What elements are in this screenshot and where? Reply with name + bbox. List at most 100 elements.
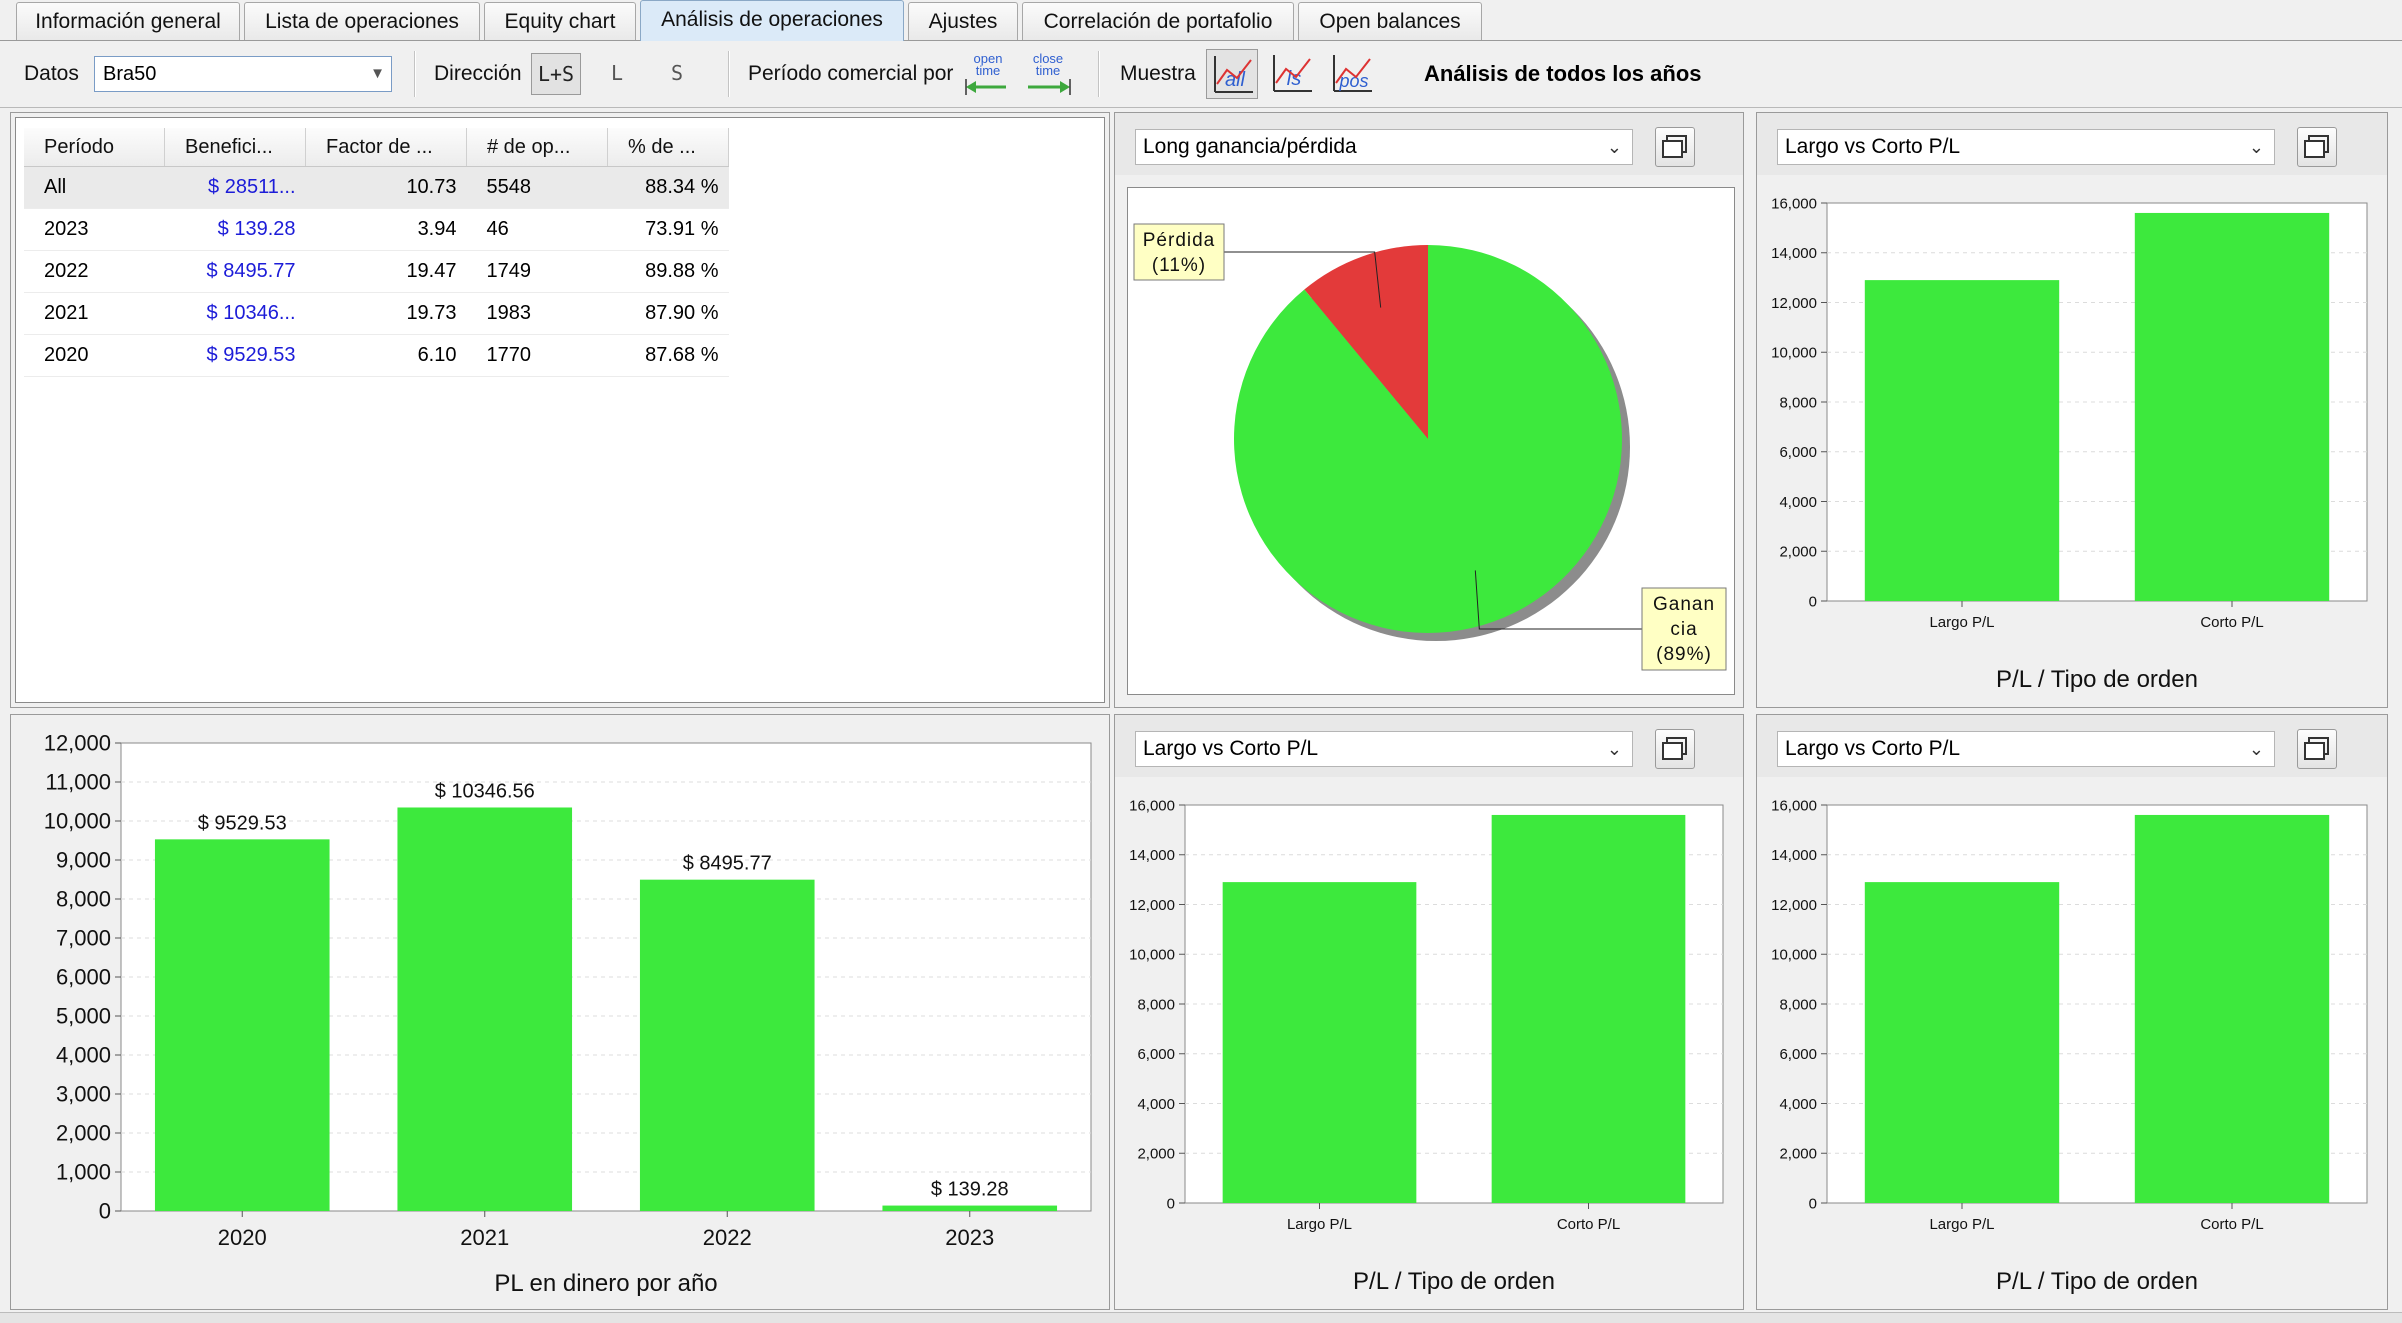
- window-restore-icon: [1662, 737, 1687, 760]
- cell-period: 2022: [24, 250, 165, 293]
- table-row[interactable]: 2020 $ 9529.53 6.10 1770 87.68 %: [24, 334, 729, 377]
- tab-informacion-general[interactable]: Información general: [16, 2, 240, 40]
- tab-equity-chart[interactable]: Equity chart: [484, 2, 636, 40]
- toolbar: Datos Bra50 ▼ Dirección L+S L S Período …: [0, 41, 2402, 108]
- y-tick-label: 2,000: [1779, 1146, 1817, 1163]
- x-tick-label: 2023: [945, 1225, 994, 1250]
- x-tick-label: 2020: [218, 1225, 267, 1250]
- direction-s-button[interactable]: S: [652, 53, 702, 95]
- separator: [1098, 51, 1100, 97]
- y-tick-label: 12,000: [1129, 897, 1175, 914]
- x-tick-label: Largo P/L: [1287, 1216, 1352, 1233]
- bar-chart-selector[interactable]: Largo vs Corto P/L ⌄: [1135, 731, 1633, 767]
- popout-button[interactable]: [1655, 127, 1695, 167]
- bar: [1222, 882, 1417, 1203]
- y-tick-label: 16,000: [1771, 797, 1817, 814]
- x-tick-label: 2022: [703, 1225, 752, 1250]
- data-select[interactable]: Bra50 ▼: [94, 56, 392, 92]
- y-tick-label: 12,000: [1771, 295, 1817, 312]
- data-label: $ 8495.77: [683, 853, 772, 875]
- bar: [397, 807, 573, 1211]
- show-pos-icon[interactable]: pos: [1326, 49, 1378, 99]
- y-tick-label: 8,000: [56, 887, 111, 912]
- column-header-operaciones[interactable]: # de op...: [466, 128, 608, 167]
- close-time-icon[interactable]: close time: [1022, 49, 1074, 99]
- tab-correlacion-de-portafolio[interactable]: Correlación de portafolio: [1022, 2, 1294, 40]
- popout-button[interactable]: [2297, 729, 2337, 769]
- cell-profit: $ 9529.53: [164, 334, 306, 377]
- bar-chart-selector[interactable]: Largo vs Corto P/L ⌄: [1777, 129, 2275, 165]
- bar-chart-selector-value: Largo vs Corto P/L: [1785, 135, 1961, 158]
- y-tick-label: 0: [1167, 1195, 1175, 1212]
- bar-chart-header: Largo vs Corto P/L ⌄: [1115, 715, 1743, 777]
- cell-profit: $ 10346...: [164, 292, 306, 335]
- y-tick-label: 2,000: [1779, 544, 1817, 561]
- column-header-porcentaje[interactable]: % de ...: [607, 128, 729, 167]
- bar-chart-selector[interactable]: Largo vs Corto P/L ⌄: [1777, 731, 2275, 767]
- pie-chart-selector-value: Long ganancia/pérdida: [1143, 135, 1357, 158]
- cell-pct: 73.91 %: [607, 208, 729, 251]
- table-row[interactable]: 2022 $ 8495.77 19.47 1749 89.88 %: [24, 250, 729, 293]
- callout-label: Pérdida: [1143, 230, 1216, 251]
- period-table: Período Benefici... Factor de ... # de o…: [24, 128, 729, 377]
- tab-analisis-de-operaciones[interactable]: Análisis de operaciones: [640, 0, 904, 41]
- y-tick-label: 8,000: [1137, 996, 1175, 1013]
- y-tick-label: 11,000: [45, 770, 111, 795]
- long-short-bar-chart: 0 2,000 4,000 6,000 8,000 10,000 12,000 14,000 1…: [1771, 797, 2368, 1295]
- popout-button[interactable]: [1655, 729, 1695, 769]
- x-tick-label: Largo P/L: [1929, 614, 1994, 631]
- long-short-bar-chart: 0 2,000 4,000 6,000 8,000 10,000 12,000 14,000 1…: [1129, 797, 1724, 1295]
- pie-chart-header: Long ganancia/pérdida ⌄: [1115, 113, 1743, 175]
- data-label: Datos: [24, 62, 79, 85]
- y-tick-label: 5,000: [56, 1004, 111, 1029]
- bar: [1864, 280, 2060, 601]
- y-tick-label: 4,000: [1779, 494, 1817, 511]
- data-select-value: Bra50: [103, 63, 157, 85]
- pie-chart: Pérdida (11%) Ganan cia (89%): [1133, 223, 1727, 671]
- show-all-icon[interactable]: all: [1206, 49, 1258, 99]
- bar-chart-panel-top-right: Largo vs Corto P/L ⌄ 0 2,000 4,000 6,000 8,0…: [1756, 112, 2388, 708]
- tab-ajustes[interactable]: Ajustes: [908, 2, 1018, 40]
- chevron-down-icon: ⌄: [2248, 137, 2264, 157]
- table-row[interactable]: 2023 $ 139.28 3.94 46 73.91 %: [24, 208, 729, 251]
- tab-open-balances[interactable]: Open balances: [1298, 2, 1482, 40]
- cell-factor: 19.47: [305, 250, 467, 293]
- cell-trades: 5548: [466, 166, 608, 209]
- y-tick-label: 6,000: [1779, 444, 1817, 461]
- y-tick-label: 14,000: [1129, 847, 1175, 864]
- y-tick-label: 2,000: [56, 1121, 111, 1146]
- show-ls-icon[interactable]: ls: [1266, 49, 1318, 99]
- cell-profit: $ 139.28: [164, 208, 306, 251]
- table-row[interactable]: All $ 28511... 10.73 5548 88.34 %: [24, 166, 729, 209]
- y-tick-label: 7,000: [56, 926, 111, 951]
- cell-pct: 89.88 %: [607, 250, 729, 293]
- bar-chart-header: Largo vs Corto P/L ⌄: [1757, 715, 2387, 777]
- x-tick-label: Corto P/L: [2200, 1216, 2263, 1233]
- column-header-periodo[interactable]: Período: [24, 128, 165, 167]
- direction-ls-button[interactable]: L+S: [531, 53, 581, 95]
- open-time-icon[interactable]: open time: [962, 49, 1014, 99]
- cell-factor: 6.10: [305, 334, 467, 377]
- cell-profit: $ 8495.77: [164, 250, 306, 293]
- y-tick-label: 2,000: [1137, 1146, 1175, 1163]
- cell-trades: 1749: [466, 250, 608, 293]
- direction-l-button[interactable]: L: [592, 53, 642, 95]
- data-label: $ 9529.53: [198, 812, 287, 834]
- tab-bar: Información general Lista de operaciones…: [0, 0, 2402, 41]
- table-row[interactable]: 2021 $ 10346... 19.73 1983 87.90 %: [24, 292, 729, 335]
- x-tick-label: Largo P/L: [1929, 1216, 1994, 1233]
- column-header-factor[interactable]: Factor de ...: [305, 128, 467, 167]
- window-restore-icon: [2304, 135, 2329, 158]
- bar: [2134, 814, 2330, 1203]
- x-axis-title: P/L / Tipo de orden: [1996, 666, 2198, 693]
- y-tick-label: 14,000: [1771, 245, 1817, 262]
- cell-pct: 87.68 %: [607, 334, 729, 377]
- bar: [2134, 212, 2330, 601]
- column-header-beneficio[interactable]: Benefici...: [164, 128, 306, 167]
- y-tick-label: 4,000: [1779, 1096, 1817, 1113]
- tab-lista-de-operaciones[interactable]: Lista de operaciones: [244, 2, 480, 40]
- pie-chart-selector[interactable]: Long ganancia/pérdida ⌄: [1135, 129, 1633, 165]
- y-tick-label: 10,000: [1129, 947, 1175, 964]
- chevron-down-icon: ⌄: [1606, 137, 1622, 157]
- popout-button[interactable]: [2297, 127, 2337, 167]
